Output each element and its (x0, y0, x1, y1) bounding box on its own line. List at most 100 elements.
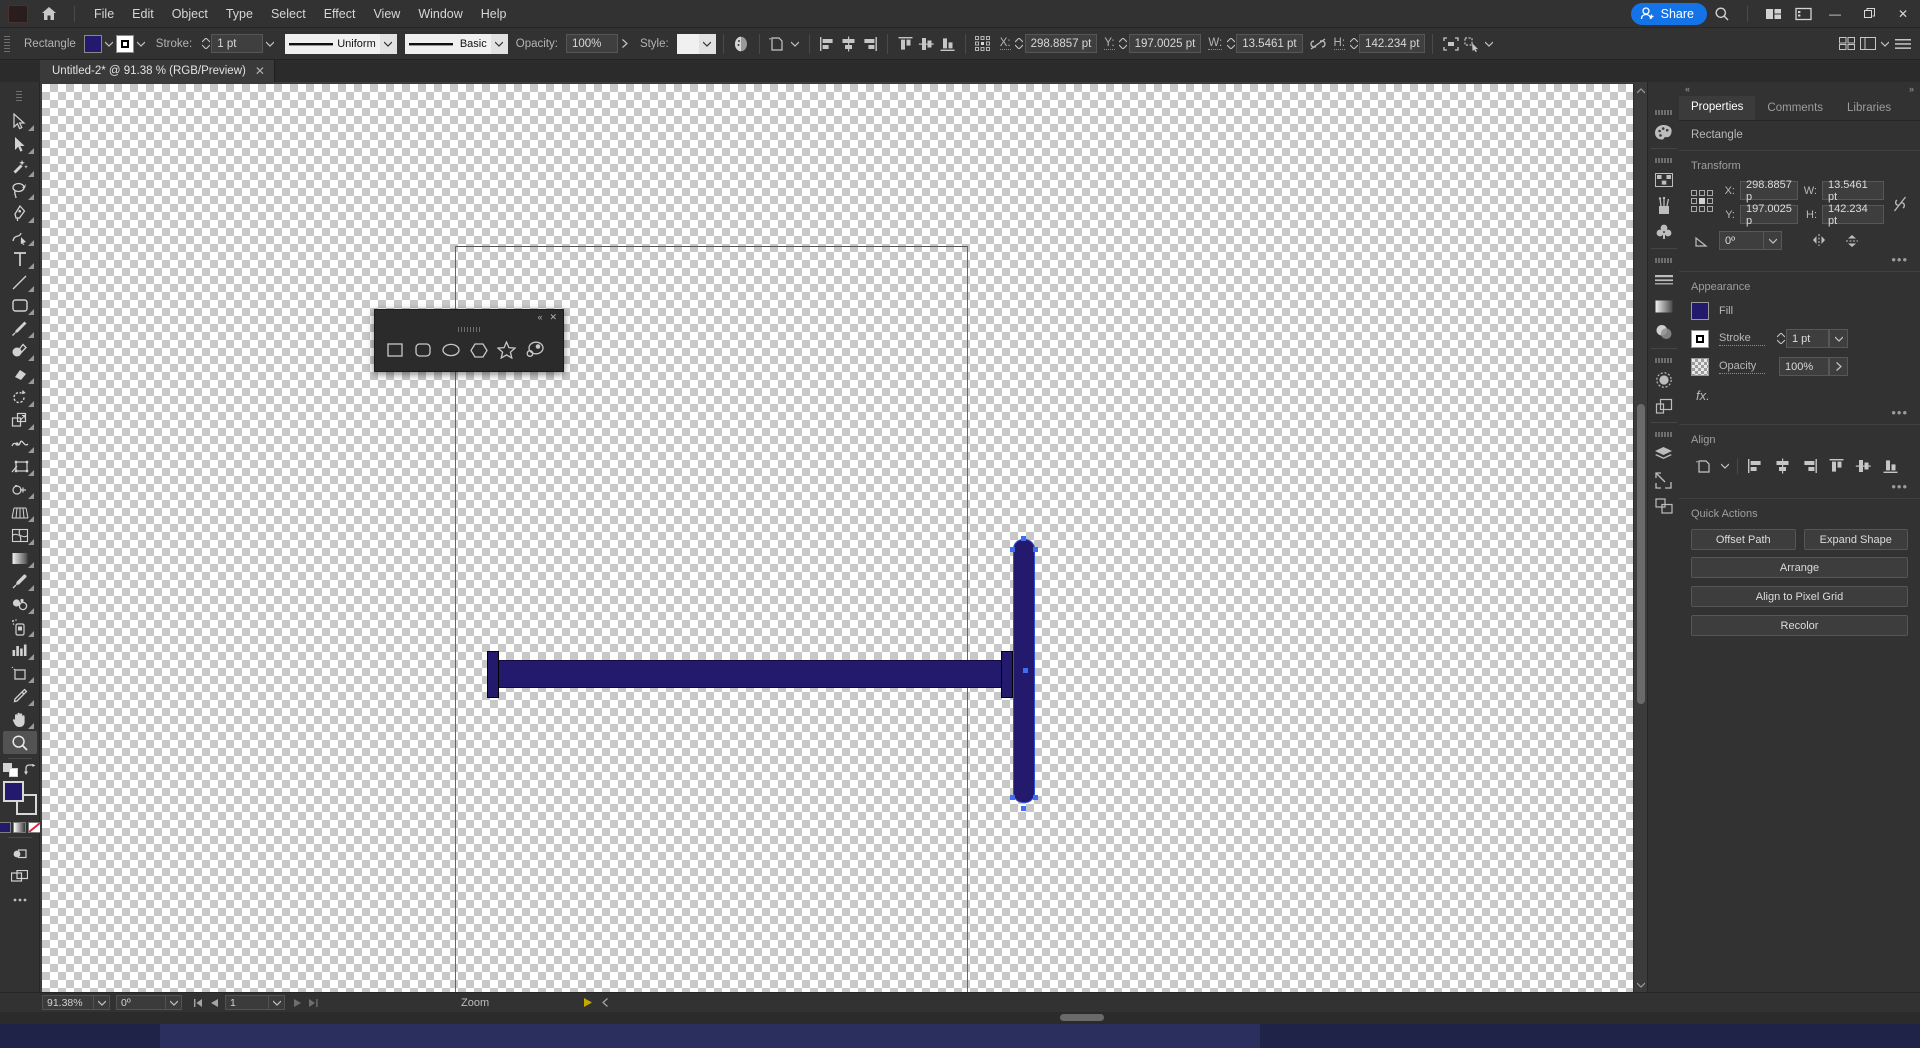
graphic-style-dropdown-icon[interactable] (699, 34, 716, 54)
arrange-documents-icon-2[interactable] (1836, 33, 1857, 55)
direct-selection-tool[interactable] (3, 133, 37, 156)
align-more-options[interactable]: ••• (1691, 477, 1908, 491)
graphic-style-combo[interactable] (677, 34, 716, 54)
align-to-selection-icon[interactable] (1691, 455, 1716, 477)
artboard-tool[interactable] (3, 662, 37, 685)
graphic-style-swatch[interactable] (677, 34, 699, 54)
rotation-dropdown-icon[interactable] (166, 995, 182, 1010)
transform-y-field[interactable]: 197.0025 p (1740, 205, 1798, 224)
transform-x-field[interactable]: 298.8857 p (1740, 181, 1798, 200)
stroke-profile-combo[interactable]: Uniform (285, 34, 397, 54)
fill-stroke-swatch[interactable] (3, 781, 37, 815)
menu-object[interactable]: Object (163, 3, 217, 25)
stroke-weight-stepper[interactable] (1775, 330, 1786, 348)
color-mode-icon[interactable] (0, 822, 11, 833)
swap-fill-stroke-icon[interactable] (24, 764, 37, 776)
float-panel-collapse-icon[interactable]: « (537, 313, 542, 322)
h-stepper[interactable] (1348, 35, 1359, 53)
float-panel-grip[interactable] (375, 324, 563, 333)
align-vertical-center-icon[interactable] (916, 33, 937, 55)
reference-point-icon[interactable] (1691, 190, 1713, 212)
opacity-expand-icon[interactable] (618, 35, 632, 53)
pathfinder-panel-icon[interactable] (1649, 393, 1679, 419)
artboards-panel-icon[interactable] (1649, 467, 1679, 493)
opacity-combo[interactable]: 100% (1779, 357, 1848, 376)
eyedropper-tool[interactable] (3, 570, 37, 593)
fill-swatch[interactable] (84, 35, 102, 53)
stroke-panel-icon[interactable] (1649, 267, 1679, 293)
rotate-angle-dropdown-icon[interactable] (1763, 231, 1782, 250)
taskbar-active-window[interactable] (160, 1024, 1260, 1048)
slice-tool[interactable] (3, 685, 37, 708)
scale-tool[interactable] (3, 409, 37, 432)
appearance-stroke-dropdown-icon[interactable] (1829, 329, 1848, 348)
menu-file[interactable]: File (85, 3, 123, 25)
shape-tools-float-panel[interactable]: « ✕ (374, 309, 564, 372)
transform-more-options[interactable]: ••• (1691, 250, 1908, 264)
align-horizontal-center-icon-2[interactable] (1770, 455, 1795, 477)
align-top-icon[interactable] (895, 33, 916, 55)
appearance-stroke-swatch[interactable] (1691, 330, 1709, 348)
brushes-panel-icon[interactable] (1649, 193, 1679, 219)
align-bottom-icon[interactable] (937, 33, 958, 55)
drawing-modes-icon[interactable] (3, 842, 37, 865)
gradient-panel-icon[interactable] (1649, 293, 1679, 319)
stroke-stepper[interactable] (200, 35, 211, 53)
paintbrush-tool[interactable] (3, 317, 37, 340)
y-stepper[interactable] (1118, 35, 1129, 53)
line-segment-tool[interactable] (3, 271, 37, 294)
rail-grip-1[interactable] (1655, 110, 1672, 115)
gradient-mode-icon[interactable] (13, 822, 26, 833)
transform-h-field[interactable]: 142.234 pt (1822, 205, 1884, 224)
blend-tool[interactable] (3, 593, 37, 616)
workspace-switcher-icon[interactable] (1788, 0, 1818, 28)
maximize-button[interactable] (1852, 0, 1886, 28)
tab-libraries[interactable]: Libraries (1835, 96, 1903, 120)
column-graph-tool[interactable] (3, 639, 37, 662)
zoom-level-field[interactable]: 91.38% (42, 995, 94, 1010)
shaper-tool[interactable] (3, 340, 37, 363)
menu-effect[interactable]: Effect (315, 3, 365, 25)
next-artboard-icon[interactable] (289, 995, 305, 1011)
transparency-panel-icon[interactable] (1649, 319, 1679, 345)
symbol-sprayer-tool[interactable] (3, 616, 37, 639)
properties-dropdown-icon[interactable] (1878, 35, 1892, 53)
last-artboard-icon[interactable] (305, 995, 321, 1011)
control-bar-grip[interactable] (4, 33, 12, 55)
rail-grip-2[interactable] (1655, 158, 1672, 163)
recolor-button[interactable]: Recolor (1691, 615, 1908, 636)
shape-builder-tool[interactable] (3, 478, 37, 501)
appearance-opacity-field[interactable]: 100% (1779, 357, 1829, 376)
arrange-button[interactable]: Arrange (1691, 557, 1908, 578)
stroke-weight-field[interactable]: 1 pt (211, 34, 263, 53)
gradient-tool[interactable] (3, 547, 37, 570)
layers-panel-icon[interactable] (1649, 441, 1679, 467)
collapse-icon[interactable] (602, 998, 609, 1007)
panel-menu-icon[interactable] (1892, 33, 1913, 55)
menu-type[interactable]: Type (217, 3, 262, 25)
selection-tool[interactable] (3, 110, 37, 133)
align-vertical-center-icon-2[interactable] (1851, 455, 1876, 477)
transform-shape-dropdown-icon[interactable] (788, 35, 802, 53)
mesh-tool[interactable] (3, 524, 37, 547)
pen-tool[interactable] (3, 202, 37, 225)
w-stepper[interactable] (1225, 35, 1236, 53)
hand-tool[interactable] (3, 708, 37, 731)
rectangle-tool-icon[interactable] (381, 338, 408, 362)
opacity-expand-icon-2[interactable] (1829, 357, 1848, 376)
rotate-angle-field[interactable]: 0º (1719, 231, 1763, 250)
transform-shape-icon[interactable] (767, 33, 788, 55)
magic-wand-tool[interactable] (3, 156, 37, 179)
rectangle-tool[interactable] (3, 294, 37, 317)
x-stepper[interactable] (1014, 35, 1025, 53)
star-tool-icon[interactable] (493, 338, 520, 362)
isolate-selection-icon[interactable] (1440, 33, 1461, 55)
align-to-dropdown-icon[interactable] (1718, 457, 1732, 475)
free-transform-tool[interactable] (3, 455, 37, 478)
stroke-swatch[interactable] (116, 35, 134, 53)
align-to-pixel-grid-button[interactable]: Align to Pixel Grid (1691, 586, 1908, 607)
align-right-icon-2[interactable] (1797, 455, 1822, 477)
first-artboard-icon[interactable] (190, 995, 206, 1011)
flip-horizontal-icon[interactable] (1810, 233, 1828, 249)
asset-export-panel-icon[interactable] (1649, 493, 1679, 519)
